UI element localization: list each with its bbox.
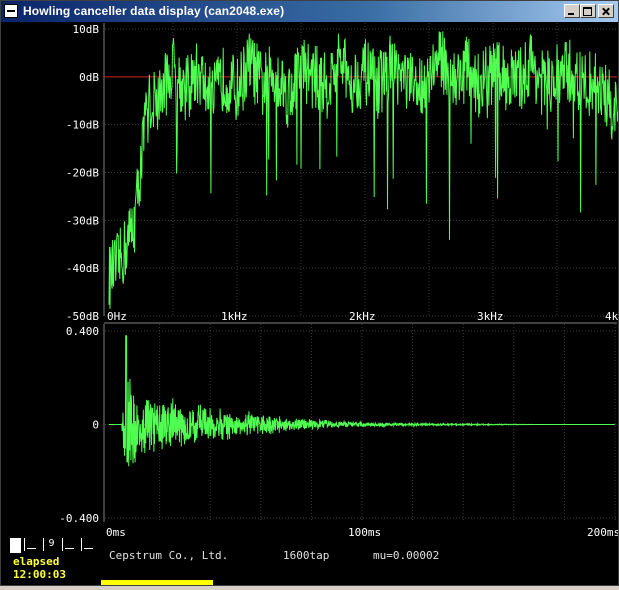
mode-number[interactable]: 9	[43, 538, 59, 551]
spectrum-y-tick: 10dB	[73, 23, 100, 36]
plots-canvas: 10dB 0dB -10dB -20dB -30dB -40dB -50dB 0…	[59, 23, 619, 539]
app-window: Howling canceller data display (can2048.…	[0, 0, 619, 586]
spectrum-y-tick: 0dB	[79, 71, 99, 84]
app-icon[interactable]	[4, 4, 18, 18]
spectrum-trace	[108, 31, 619, 309]
client-area: 10dB 0dB -10dB -20dB -30dB -40dB -50dB 0…	[1, 22, 619, 585]
step-icon[interactable]	[24, 538, 40, 551]
tap-count: 1600tap	[283, 549, 330, 562]
window-title: Howling canceller data display (can2048.…	[23, 4, 285, 18]
impulse-y-tick: -0.400	[59, 512, 99, 525]
spectrum-y-tick: -50dB	[66, 310, 99, 323]
spectrum-x-tick: 3kHz	[477, 310, 504, 323]
spectrum-x-tick: 4kHz	[605, 310, 618, 323]
spectrum-x-tick: 2kHz	[349, 310, 376, 323]
minimize-button[interactable]	[564, 4, 580, 18]
mode-icons: 9	[10, 538, 100, 553]
spectrum-y-tick: -10dB	[66, 119, 99, 132]
maximize-button[interactable]	[580, 4, 596, 18]
impulse-x-tick: 200ms	[587, 526, 618, 539]
impulse-x-tick: 100ms	[348, 526, 381, 539]
mode-b-icon[interactable]	[81, 538, 97, 551]
impulse-trace	[109, 335, 615, 467]
spectrum-y-tick: -30dB	[66, 214, 99, 227]
close-button[interactable]	[598, 4, 614, 18]
impulse-y-tick: 0.400	[66, 325, 99, 338]
title-bar[interactable]: Howling canceller data display (can2048.…	[1, 1, 618, 22]
spectrum-plot: 10dB 0dB -10dB -20dB -30dB -40dB -50dB 0…	[66, 23, 619, 324]
progress-bar	[101, 580, 213, 585]
spectrum-x-tick: 0Hz	[107, 310, 127, 323]
spectrum-y-tick: -40dB	[66, 262, 99, 275]
spectrum-y-ticks: 10dB 0dB -10dB -20dB -30dB -40dB -50dB	[66, 23, 99, 323]
stop-icon[interactable]	[10, 538, 21, 553]
impulse-plot: 0.400 0 -0.400 0ms 100ms 200ms	[59, 324, 619, 539]
elapsed-time: 12:00:03	[13, 568, 66, 581]
impulse-y-ticks: 0.400 0 -0.400	[59, 325, 99, 525]
mode-a-icon[interactable]	[62, 538, 78, 551]
spectrum-x-tick: 1kHz	[221, 310, 248, 323]
spectrum-y-tick: -20dB	[66, 167, 99, 180]
company-name: Cepstrum Co., Ltd.	[109, 549, 229, 562]
mu-value: mu=0.00002	[373, 549, 440, 562]
elapsed-label: elapsed	[13, 555, 60, 568]
impulse-y-tick: 0	[92, 419, 99, 432]
